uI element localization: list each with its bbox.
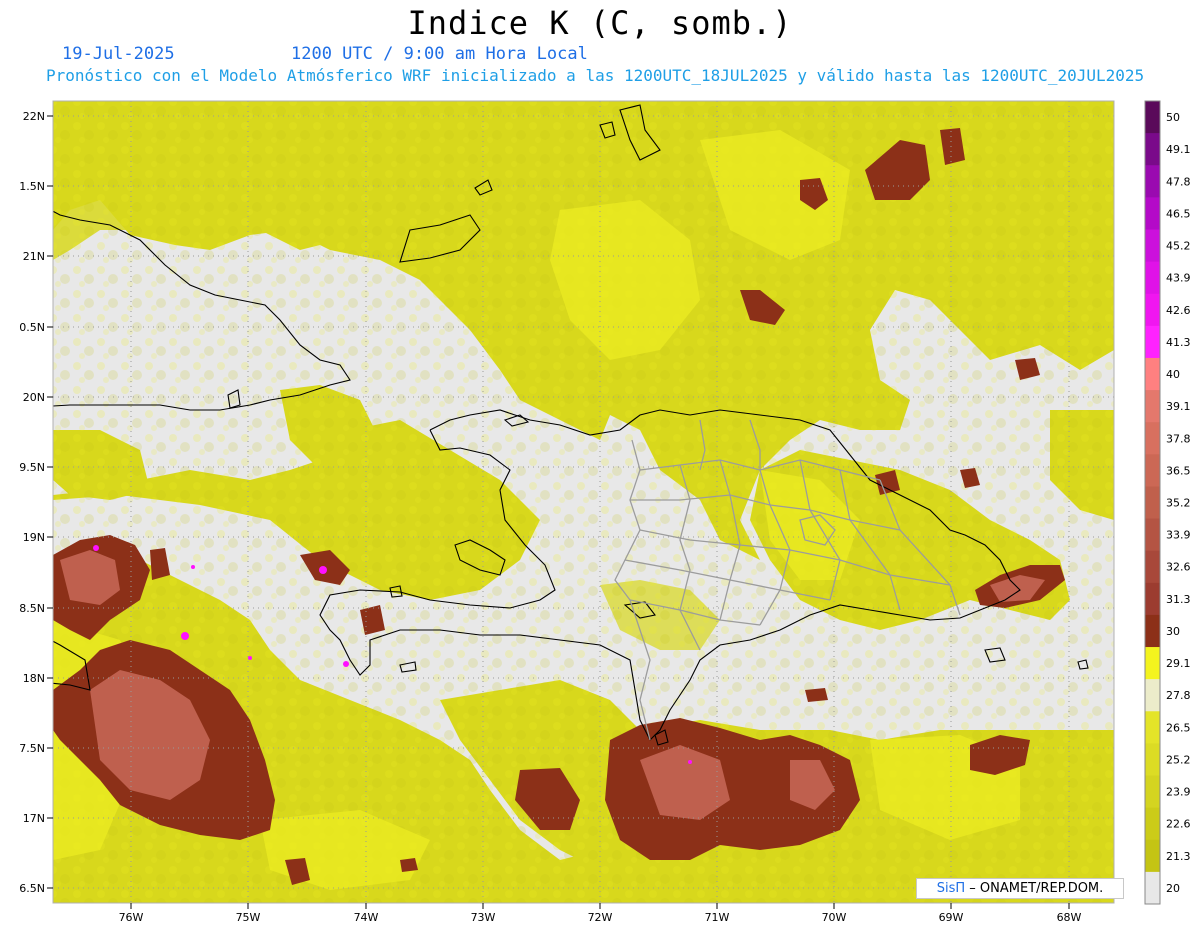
colorbar-label: 29.1 [1166, 657, 1191, 670]
colorbar-swatch [1145, 518, 1160, 552]
colorbar-swatch [1145, 711, 1160, 744]
colorbar-label: 40 [1166, 368, 1180, 381]
colorbar-swatch [1145, 293, 1160, 327]
colorbar-swatch [1145, 807, 1160, 841]
colorbar-swatch [1145, 743, 1160, 777]
colorbar-swatch [1145, 775, 1160, 809]
lon-label: 75W [236, 911, 261, 924]
lat-label: 9.5N [19, 461, 45, 474]
lat-label: 21N [23, 250, 45, 263]
colorbar-swatch [1145, 165, 1160, 198]
lon-label: 76W [119, 911, 144, 924]
lon-label: 70W [822, 911, 847, 924]
colorbar-label: 45.2 [1166, 240, 1191, 253]
lat-label: 6.5N [19, 882, 45, 895]
colorbar-swatch [1145, 550, 1160, 584]
map-canvas: 22N 1.5N 21N 0.5N 20N 9.5N 19N 8.5N 18N … [19, 100, 1191, 924]
colorbar-swatch [1145, 197, 1160, 230]
lon-label: 71W [705, 911, 730, 924]
colorbar-swatch [1145, 647, 1160, 680]
credit-box: SisΠ – ONAMET/REP.DOM. [916, 878, 1124, 899]
colorbar-label: 23.9 [1166, 786, 1191, 799]
colorbar-swatch [1145, 229, 1160, 263]
colorbar-label: 33.9 [1166, 529, 1191, 542]
colorbar-swatch [1145, 454, 1160, 487]
lon-label: 74W [354, 911, 379, 924]
colorbar-label: 41.3 [1166, 336, 1191, 349]
lon-label: 69W [939, 911, 964, 924]
colorbar-label: 31.3 [1166, 593, 1191, 606]
lat-label: 1.5N [19, 180, 45, 193]
colorbar-label: 46.5 [1166, 207, 1191, 220]
map-plot-area [53, 101, 1114, 903]
colorbar-swatch [1145, 486, 1160, 520]
lat-label: 7.5N [19, 742, 45, 755]
colorbar-swatch [1145, 614, 1160, 648]
colorbar: 50 49.1 47.8 46.5 45.2 43.9 42.6 41.3 40 39.1 37.8… [1144, 100, 1191, 905]
colorbar-label: 43.9 [1166, 272, 1191, 285]
colorbar-label: 25.2 [1166, 753, 1191, 766]
colorbar-label: 39.1 [1166, 400, 1191, 413]
colorbar-label: 50 [1166, 111, 1180, 124]
colorbar-label: 22.6 [1166, 818, 1191, 831]
lon-labels: 76W 75W 74W 73W 72W 71W 70W 69W 68W [119, 911, 1082, 924]
lon-label: 72W [588, 911, 613, 924]
colorbar-label: 30 [1166, 625, 1180, 638]
lat-label: 18N [23, 672, 45, 685]
sispi-logo: SisΠ [936, 881, 966, 896]
colorbar-swatch [1145, 261, 1160, 295]
colorbar-label: 47.8 [1166, 175, 1191, 188]
colorbar-swatch [1145, 390, 1160, 423]
colorbar-swatch [1145, 582, 1160, 616]
colorbar-swatch [1145, 101, 1160, 134]
colorbar-swatch [1145, 422, 1160, 455]
lat-labels: 22N 1.5N 21N 0.5N 20N 9.5N 19N 8.5N 18N … [19, 110, 45, 895]
colorbar-label: 27.8 [1166, 689, 1191, 702]
colorbar-swatch [1145, 839, 1160, 873]
colorbar-label: 37.8 [1166, 432, 1191, 445]
credit-text: – ONAMET/REP.DOM. [969, 881, 1104, 896]
lon-label: 68W [1057, 911, 1082, 924]
colorbar-swatch [1145, 325, 1160, 359]
lat-label: 17N [23, 812, 45, 825]
colorbar-swatch [1145, 871, 1160, 905]
lat-label: 0.5N [19, 321, 45, 334]
colorbar-label: 26.5 [1166, 721, 1191, 734]
colorbar-label: 35.2 [1166, 497, 1191, 510]
colorbar-swatch [1145, 133, 1160, 166]
colorbar-label: 20 [1166, 882, 1180, 895]
colorbar-swatch [1145, 679, 1160, 712]
colorbar-label: 32.6 [1166, 561, 1191, 574]
colorbar-label: 36.5 [1166, 464, 1191, 477]
lon-label: 73W [471, 911, 496, 924]
lat-label: 19N [23, 531, 45, 544]
colorbar-label: 49.1 [1166, 143, 1191, 156]
lat-label: 22N [23, 110, 45, 123]
lat-label: 20N [23, 391, 45, 404]
colorbar-label: 42.6 [1166, 304, 1191, 317]
colorbar-label: 21.3 [1166, 850, 1191, 863]
lat-label: 8.5N [19, 602, 45, 615]
colorbar-swatch [1145, 357, 1160, 391]
